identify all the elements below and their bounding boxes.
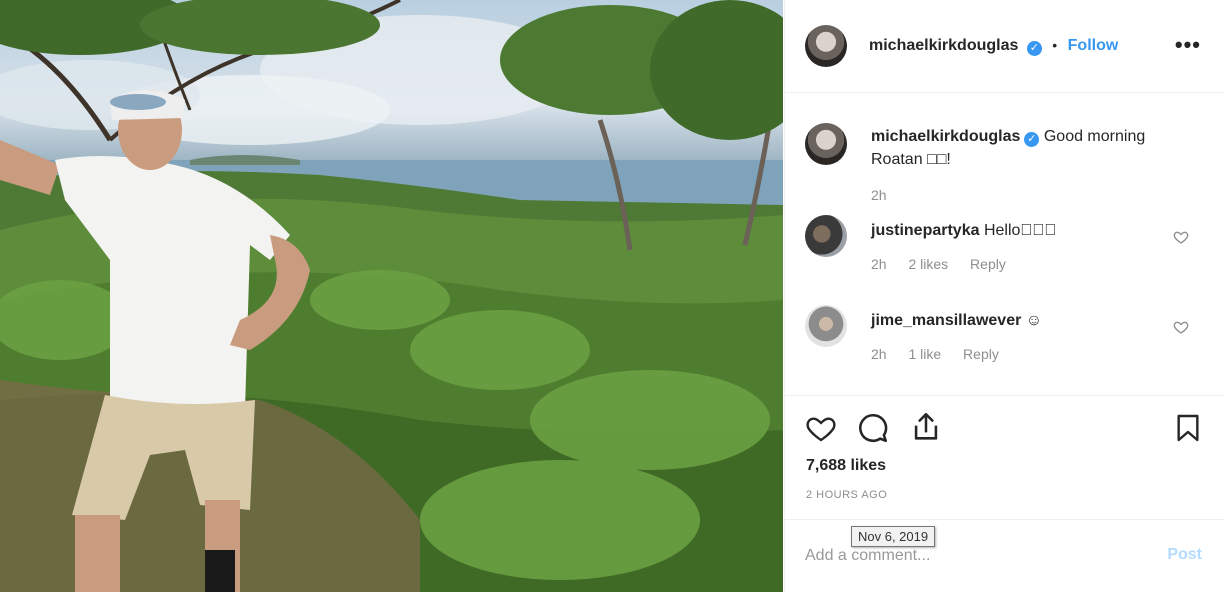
- comment-like-heart-icon[interactable]: [1173, 229, 1189, 245]
- post-timestamp[interactable]: 2 HOURS AGO: [806, 489, 887, 501]
- author-username[interactable]: michaelkirkdouglas: [869, 37, 1018, 54]
- date-tooltip: Nov 6, 2019: [851, 526, 936, 547]
- comment-meta: 2h 1 like Reply: [871, 346, 1161, 362]
- caption-line-1: michaelkirkdouglas ✓ Good morning: [871, 125, 1191, 148]
- verified-badge-icon: ✓: [1024, 132, 1040, 147]
- share-icon[interactable]: [909, 410, 943, 444]
- post-side-panel: michaelkirkdouglas ✓ • Follow ••• michae…: [784, 0, 1224, 592]
- caption-body: michaelkirkdouglas ✓ Good morning Roatan …: [871, 125, 1191, 203]
- caption-author[interactable]: michaelkirkdouglas: [871, 128, 1020, 145]
- caption-text: Good morning: [1043, 128, 1146, 145]
- add-comment-input[interactable]: [805, 544, 1135, 568]
- likes-count[interactable]: 7,688 likes: [806, 457, 886, 475]
- caption-line-2: Roatan □□!: [871, 151, 951, 168]
- follow-button[interactable]: Follow: [1068, 37, 1119, 54]
- add-comment-bar: Post Nov 6, 2019: [785, 519, 1224, 592]
- comment-author[interactable]: jime_mansillawever: [871, 312, 1021, 329]
- photo-scene: [0, 0, 783, 592]
- reply-button[interactable]: Reply: [970, 256, 1006, 272]
- comments-list: michaelkirkdouglas ✓ Good morning Roatan …: [785, 94, 1224, 394]
- post-header: michaelkirkdouglas ✓ • Follow •••: [785, 0, 1224, 93]
- bookmark-icon[interactable]: [1172, 411, 1204, 445]
- comment-like-heart-icon[interactable]: [1173, 319, 1189, 335]
- comment-author[interactable]: justinepartyka: [871, 222, 979, 239]
- comment-item: jime_mansillawever ☺ 2h 1 like Reply: [871, 309, 1161, 362]
- comment-meta: 2h 2 likes Reply: [871, 256, 1161, 272]
- heart-icon[interactable]: [804, 412, 838, 444]
- post-comment-button[interactable]: Post: [1167, 546, 1202, 564]
- comment-likes[interactable]: 2 likes: [908, 256, 948, 272]
- comment-line: justinepartyka Hello🏿🏿🏿: [871, 219, 1161, 242]
- author-avatar[interactable]: [805, 25, 847, 67]
- separator-dot: •: [1052, 37, 1058, 53]
- comment-icon[interactable]: [856, 411, 890, 445]
- comment-item: justinepartyka Hello🏿🏿🏿 2h 2 likes Reply: [871, 219, 1161, 272]
- post-photo[interactable]: [0, 0, 783, 592]
- comment-age: 2h: [871, 346, 887, 362]
- comment-likes[interactable]: 1 like: [908, 346, 941, 362]
- reply-button[interactable]: Reply: [963, 346, 999, 362]
- comment-text: Hello🏿🏿🏿: [983, 222, 1057, 239]
- post-actions: 7,688 likes 2 HOURS AGO: [785, 395, 1224, 519]
- commenter-avatar[interactable]: [805, 215, 847, 257]
- author-line: michaelkirkdouglas ✓ • Follow: [869, 37, 1118, 56]
- commenter-avatar[interactable]: [805, 305, 847, 347]
- comment-text: ☺: [1025, 312, 1043, 329]
- caption-age: 2h: [871, 187, 887, 203]
- verified-badge-icon: ✓: [1026, 41, 1042, 56]
- comment-line: jime_mansillawever ☺: [871, 309, 1161, 332]
- more-options-icon[interactable]: •••: [1175, 34, 1201, 56]
- comment-age: 2h: [871, 256, 887, 272]
- caption-avatar[interactable]: [805, 123, 847, 165]
